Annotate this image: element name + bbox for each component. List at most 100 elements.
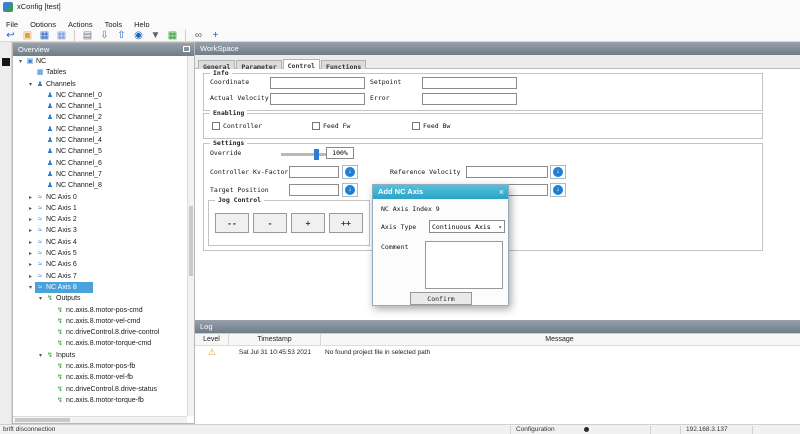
dialog-titlebar[interactable]: Add NC Axis × bbox=[373, 185, 508, 199]
tree-item[interactable]: ▸≈NC Axis 7 bbox=[13, 271, 187, 282]
run-icon[interactable]: ◉ bbox=[131, 29, 146, 42]
tree-item[interactable]: ▾↯Inputs bbox=[13, 350, 187, 361]
stop-icon[interactable] bbox=[2, 58, 10, 66]
overview-vertical-scrollbar[interactable] bbox=[187, 56, 194, 416]
coordinate-input[interactable] bbox=[270, 77, 365, 89]
download-icon: ↓ bbox=[345, 185, 355, 195]
tree-item[interactable]: ↯nc.axis.8.motor-pos-cmd bbox=[13, 305, 187, 316]
tree-item[interactable]: ♟NC Channel_4 bbox=[13, 135, 187, 146]
log-column-level[interactable]: Level bbox=[195, 334, 229, 346]
tree-item[interactable]: ♟NC Channel_8 bbox=[13, 180, 187, 191]
axis-index-text: NC Axis Index 9 bbox=[381, 205, 440, 213]
tree-item[interactable]: ↯nc.axis.8.motor-vel-cmd bbox=[13, 316, 187, 327]
float-panel-icon[interactable] bbox=[183, 46, 190, 52]
target-position-input[interactable] bbox=[289, 184, 339, 196]
filter-icon[interactable]: ▼ bbox=[148, 29, 163, 42]
tree-item[interactable]: ♟NC Channel_2 bbox=[13, 112, 187, 123]
target-position-download-button[interactable]: ↓ bbox=[342, 183, 358, 197]
actual-velocity-input[interactable] bbox=[270, 93, 365, 105]
kv-factor-download-button[interactable]: ↓ bbox=[342, 165, 358, 179]
tree-expander-icon[interactable]: ▾ bbox=[16, 57, 25, 68]
probe-icon[interactable]: + bbox=[208, 29, 223, 42]
reference-velocity-input[interactable] bbox=[466, 166, 548, 178]
reference-velocity-download-button[interactable]: ↓ bbox=[550, 165, 566, 179]
setpoint-input[interactable] bbox=[422, 77, 517, 89]
tree-item[interactable]: ▾≈NC Axis 8 bbox=[13, 282, 187, 293]
save-icon[interactable]: ▦ bbox=[37, 29, 52, 42]
open-project-icon[interactable]: ▣ bbox=[20, 29, 35, 42]
axis-icon: ≈ bbox=[35, 259, 45, 270]
pin-icon: ↯ bbox=[55, 395, 65, 406]
scrollbar-thumb[interactable] bbox=[189, 206, 193, 276]
tree-item[interactable]: ♟NC Channel_0 bbox=[13, 90, 187, 101]
tree-expander-icon[interactable]: ▾ bbox=[36, 351, 45, 362]
kv-factor-input[interactable] bbox=[289, 166, 339, 178]
override-slider[interactable] bbox=[281, 153, 327, 156]
close-icon[interactable]: × bbox=[499, 185, 504, 199]
tree-item-label: NC Axis 3 bbox=[45, 227, 77, 234]
scrollbar-thumb[interactable] bbox=[15, 418, 70, 422]
scan-devices-icon[interactable]: ▤ bbox=[80, 29, 95, 42]
save-as-icon[interactable]: ▦ bbox=[54, 29, 69, 42]
override-value: 100% bbox=[326, 147, 354, 159]
tree-item[interactable]: ↯nc.axis.8.motor-torque-fb bbox=[13, 395, 187, 406]
target-velocity-download-button[interactable]: ↓ bbox=[550, 183, 566, 197]
link-icon[interactable]: ∞ bbox=[191, 29, 206, 42]
download-icon: ↓ bbox=[345, 167, 355, 177]
tree-expander-icon[interactable]: ▾ bbox=[26, 283, 35, 294]
checkbox-label: Feed Fw bbox=[323, 122, 350, 130]
tree-item[interactable]: ↯nc.driveControl.8.drive-control bbox=[13, 327, 187, 338]
tree-item[interactable]: ▸≈NC Axis 5 bbox=[13, 248, 187, 259]
jog-button-1[interactable]: -- bbox=[215, 213, 249, 233]
grid-icon[interactable]: ▦ bbox=[165, 29, 180, 42]
tree-item[interactable]: ♟NC Channel_5 bbox=[13, 146, 187, 157]
tree-item[interactable]: ▦Tables bbox=[13, 67, 187, 78]
tree-item[interactable]: ▾▣NC bbox=[13, 56, 187, 67]
upload-icon[interactable]: ⇧ bbox=[114, 29, 129, 42]
checkbox-feed-fw[interactable]: Feed Fw bbox=[312, 122, 350, 130]
log-column-message[interactable]: Message bbox=[321, 334, 798, 346]
pin-icon: ↯ bbox=[55, 327, 65, 338]
tree-item-label: nc.axis.8.motor-torque-cmd bbox=[65, 340, 151, 347]
axis-type-value: Continuous Axis bbox=[432, 223, 491, 231]
download-icon[interactable]: ⇩ bbox=[97, 29, 112, 42]
tree-item[interactable]: ↯nc.axis.8.motor-torque-cmd bbox=[13, 338, 187, 349]
tree-item[interactable]: ♟NC Channel_3 bbox=[13, 124, 187, 135]
checkbox-feed-bw[interactable]: Feed Bw bbox=[412, 122, 450, 130]
tree-item[interactable]: ▸≈NC Axis 1 bbox=[13, 203, 187, 214]
jog-button-3[interactable]: + bbox=[291, 213, 325, 233]
tree-item[interactable]: ▸≈NC Axis 0 bbox=[13, 192, 187, 203]
comment-textarea[interactable] bbox=[425, 241, 503, 289]
log-row[interactable]: ⚠Sat Jul 31 10:45:53 2021No found projec… bbox=[195, 346, 800, 359]
jog-button-2[interactable]: - bbox=[253, 213, 287, 233]
tree-item[interactable]: ▾↯Outputs bbox=[13, 293, 187, 304]
tree-item-label: nc.driveControl.8.drive-control bbox=[65, 329, 159, 336]
tree-item[interactable]: ▸≈NC Axis 6 bbox=[13, 259, 187, 270]
tree-item[interactable]: ▸≈NC Axis 4 bbox=[13, 237, 187, 248]
slider-thumb-icon[interactable] bbox=[314, 149, 319, 160]
error-input[interactable] bbox=[422, 93, 517, 105]
tree-item[interactable]: ♟NC Channel_1 bbox=[13, 101, 187, 112]
checkbox-controller[interactable]: Controller bbox=[212, 122, 262, 130]
tree-item[interactable]: ↯nc.axis.8.motor-vel-fb bbox=[13, 372, 187, 383]
tree-item[interactable]: ▾♟Channels bbox=[13, 79, 187, 90]
tree-item[interactable]: ♟NC Channel_7 bbox=[13, 169, 187, 180]
tree-expander-icon[interactable]: ▾ bbox=[26, 80, 35, 91]
status-mode: Configuration bbox=[516, 426, 555, 433]
tree-expander-icon[interactable]: ▸ bbox=[26, 260, 35, 271]
target-position-label: Target Position bbox=[210, 186, 269, 194]
import-icon[interactable]: ↩ bbox=[3, 29, 18, 42]
tree-item[interactable]: ♟NC Channel_6 bbox=[13, 158, 187, 169]
log-column-timestamp[interactable]: Timestamp bbox=[229, 334, 321, 346]
reference-velocity-label: Reference Velocity bbox=[390, 168, 460, 176]
tree-item[interactable]: ↯nc.driveControl.8.drive-status bbox=[13, 384, 187, 395]
tree-item[interactable]: ▸≈NC Axis 2 bbox=[13, 214, 187, 225]
axis-type-select[interactable]: Continuous Axis ▾ bbox=[429, 220, 505, 233]
tree-item[interactable]: ↯nc.axis.8.motor-pos-fb bbox=[13, 361, 187, 372]
jog-button-4[interactable]: ++ bbox=[329, 213, 363, 233]
tree-expander-icon[interactable]: ▾ bbox=[36, 294, 45, 305]
confirm-button[interactable]: Confirm bbox=[410, 292, 472, 305]
overview-horizontal-scrollbar[interactable] bbox=[13, 416, 187, 423]
tree-item[interactable]: ▸≈NC Axis 3 bbox=[13, 225, 187, 236]
enabling-group: Enabling ControllerFeed FwFeed Bw bbox=[203, 113, 763, 139]
